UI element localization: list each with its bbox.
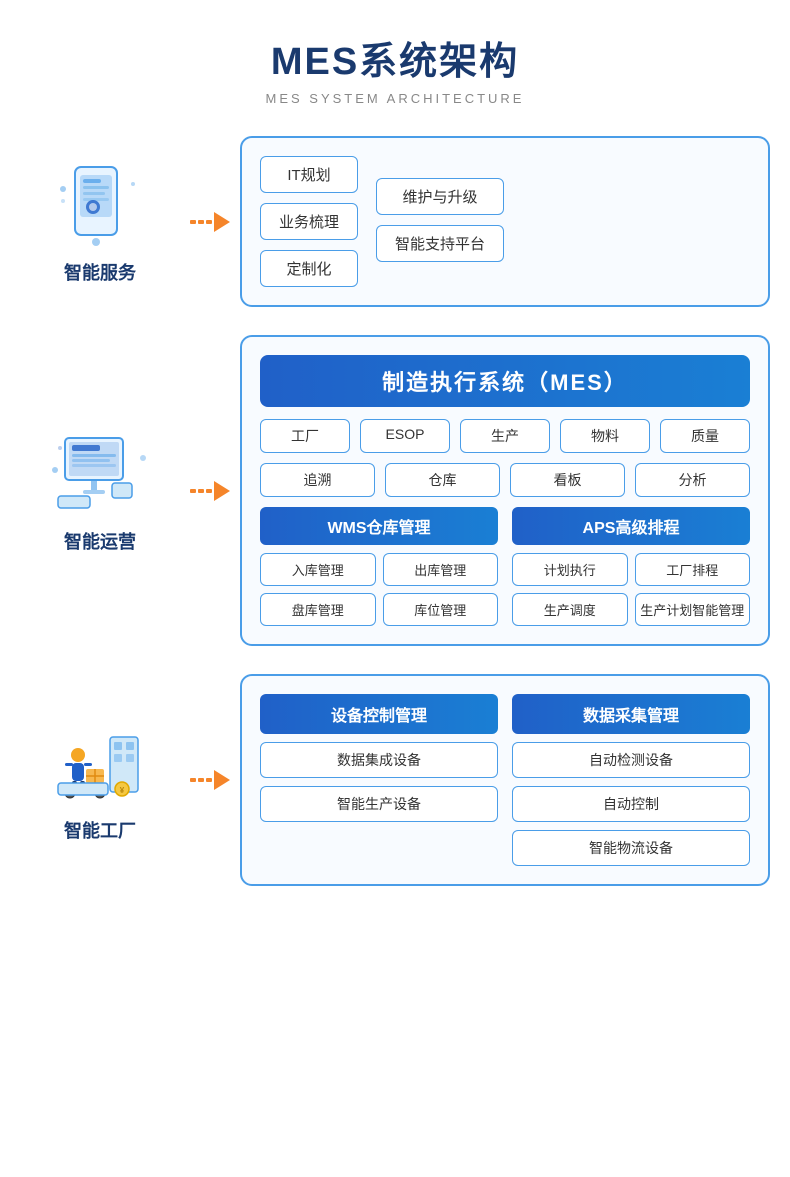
mes-tag-kanban: 看板: [510, 463, 625, 497]
aps-tag-0: 计划执行: [512, 553, 628, 586]
smart-factory-content: 设备控制管理 数据集成设备 智能生产设备 数据采集管理 自动检测设备 自动控制 …: [240, 674, 770, 886]
dash: [198, 220, 204, 224]
s2-bottom-row: WMS仓库管理 入库管理 出库管理 盘库管理 库位管理 APS高级排程 计划执行…: [260, 507, 750, 626]
arrow-head: [214, 212, 230, 232]
dash: [198, 778, 204, 782]
smart-service-content: IT规划 业务梳理 定制化 维护与升级 智能支持平台: [240, 136, 770, 307]
mes-tag-trace: 追溯: [260, 463, 375, 497]
section-smart-service: 智能服务 IT规划 业务梳理 定制化 维护与升级 智能支持平台: [20, 136, 770, 307]
arrow-head: [214, 481, 230, 501]
aps-box: APS高级排程 计划执行 工厂排程 生产调度 生产计划智能管理: [512, 507, 750, 626]
data-tag-1: 自动控制: [512, 786, 750, 822]
data-header: 数据采集管理: [512, 694, 750, 734]
arrow-dashes-3: [190, 770, 230, 790]
arrow-dashes-1: [190, 212, 230, 232]
arrow-3: [180, 770, 240, 790]
dash: [206, 220, 212, 224]
wms-tag-0: 入库管理: [260, 553, 376, 586]
mes-row1: 工厂 ESOP 生产 物料 质量: [260, 419, 750, 453]
smart-ops-icon: [50, 428, 150, 518]
mes-row2: 追溯 仓库 看板 分析: [260, 463, 750, 497]
data-tag-2: 智能物流设备: [512, 830, 750, 866]
dash: [206, 489, 212, 493]
tag-maintain: 维护与升级: [376, 178, 504, 215]
wms-box: WMS仓库管理 入库管理 出库管理 盘库管理 库位管理: [260, 507, 498, 626]
svg-text:¥: ¥: [120, 786, 125, 795]
tag-business: 业务梳理: [260, 203, 358, 240]
data-tag-0: 自动检测设备: [512, 742, 750, 778]
wms-tag-3: 库位管理: [383, 593, 499, 626]
tag-it-plan: IT规划: [260, 156, 358, 193]
arrow-1: [180, 212, 240, 232]
smart-service-icon: [55, 159, 145, 249]
arrow-head: [214, 770, 230, 790]
mes-tag-material: 物料: [560, 419, 650, 453]
dash: [198, 489, 204, 493]
equip-tag-0: 数据集成设备: [260, 742, 498, 778]
wms-tag-1: 出库管理: [383, 553, 499, 586]
equipment-col: 设备控制管理 数据集成设备 智能生产设备: [260, 694, 498, 866]
aps-tag-1: 工厂排程: [635, 553, 751, 586]
mes-header: 制造执行系统（MES）: [260, 355, 750, 407]
mes-tag-factory: 工厂: [260, 419, 350, 453]
aps-tag-3: 生产计划智能管理: [635, 593, 751, 626]
aps-tags: 计划执行 工厂排程 生产调度 生产计划智能管理: [512, 553, 750, 626]
equip-tag-1: 智能生产设备: [260, 786, 498, 822]
wms-tags: 入库管理 出库管理 盘库管理 库位管理: [260, 553, 498, 626]
dash: [206, 778, 212, 782]
smart-ops-icon-area: 智能运营: [20, 428, 180, 554]
tag-customize: 定制化: [260, 250, 358, 287]
equipment-header: 设备控制管理: [260, 694, 498, 734]
arrow-dashes-2: [190, 481, 230, 501]
dash: [190, 489, 196, 493]
smart-service-label: 智能服务: [64, 259, 136, 285]
smart-ops-label: 智能运营: [64, 528, 136, 554]
mes-tag-quality: 质量: [660, 419, 750, 453]
smart-factory-icon: ¥: [50, 717, 150, 807]
dash: [190, 778, 196, 782]
s1-grid: IT规划 业务梳理 定制化 维护与升级 智能支持平台: [260, 156, 750, 287]
s1-col1: IT规划 业务梳理 定制化: [260, 156, 358, 287]
aps-header: APS高级排程: [512, 507, 750, 545]
page-title: MES系统架构: [271, 30, 519, 85]
mes-tag-production: 生产: [460, 419, 550, 453]
smart-service-icon-area: 智能服务: [20, 159, 180, 285]
page-subtitle: MES SYSTEM ARCHITECTURE: [266, 91, 525, 106]
smart-factory-label: 智能工厂: [64, 817, 136, 843]
section-smart-ops: 智能运营 制造执行系统（MES） 工厂 ESOP 生产 物料 质量 追溯 仓库 …: [20, 335, 770, 646]
aps-tag-2: 生产调度: [512, 593, 628, 626]
equipment-tags: 数据集成设备 智能生产设备: [260, 742, 498, 822]
s1-col2: 维护与升级 智能支持平台: [376, 178, 504, 262]
mes-tag-warehouse: 仓库: [385, 463, 500, 497]
data-col: 数据采集管理 自动检测设备 自动控制 智能物流设备: [512, 694, 750, 866]
dash: [190, 220, 196, 224]
s3-grid: 设备控制管理 数据集成设备 智能生产设备 数据采集管理 自动检测设备 自动控制 …: [260, 694, 750, 866]
smart-ops-content: 制造执行系统（MES） 工厂 ESOP 生产 物料 质量 追溯 仓库 看板 分析…: [240, 335, 770, 646]
mes-tag-analysis: 分析: [635, 463, 750, 497]
wms-tag-2: 盘库管理: [260, 593, 376, 626]
arrow-2: [180, 481, 240, 501]
tag-smart-support: 智能支持平台: [376, 225, 504, 262]
wms-header: WMS仓库管理: [260, 507, 498, 545]
mes-tag-esop: ESOP: [360, 419, 450, 453]
smart-factory-icon-area: ¥ 智能工厂: [20, 717, 180, 843]
section-smart-factory: ¥ 智能工厂 设备控制管理 数据集成设备 智能生产设备 数据采集管理: [20, 674, 770, 886]
data-tags: 自动检测设备 自动控制 智能物流设备: [512, 742, 750, 866]
